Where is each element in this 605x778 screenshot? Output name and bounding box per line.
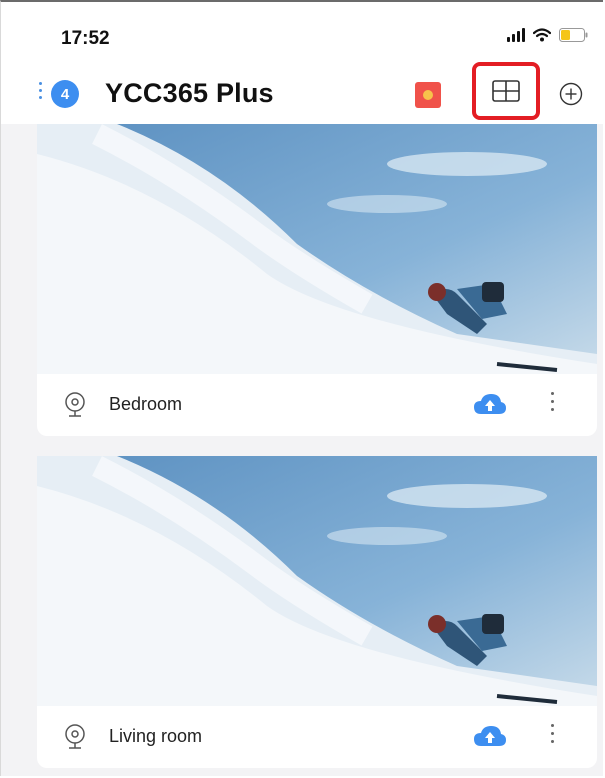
sidebar-handle-icon[interactable] [39,82,42,99]
grid-view-button[interactable] [472,62,540,120]
app-screen: 17:52 4 YCC365 Plus Bedroom Living room [0,0,603,776]
plus-circle-icon[interactable] [559,82,583,106]
cellular-signal-icon [507,28,525,42]
grid-view-icon [492,80,520,102]
device-card[interactable]: Living room [37,456,597,768]
camera-icon [63,724,87,755]
device-name: Bedroom [109,394,183,414]
gift-icon[interactable] [415,82,441,108]
more-vertical-icon[interactable] [547,724,557,743]
status-time: 17:52 [61,28,110,49]
cloud-upload-icon[interactable] [473,724,507,753]
status-icons [507,28,589,42]
device-count-badge[interactable]: 4 [51,80,79,108]
device-name: Living room [109,726,203,746]
app-title: YCC365 Plus [105,78,274,108]
device-card[interactable]: Bedroom [37,124,597,436]
device-card-footer: Bedroom [37,374,597,436]
camera-preview-image[interactable] [37,456,597,706]
camera-icon [63,392,87,423]
battery-icon [559,28,589,42]
cloud-upload-icon[interactable] [473,392,507,421]
wifi-icon [533,28,551,42]
more-vertical-icon[interactable] [547,392,557,411]
status-bar: 17:52 [1,2,603,66]
camera-preview-image[interactable] [37,124,597,374]
device-card-footer: Living room [37,706,597,768]
